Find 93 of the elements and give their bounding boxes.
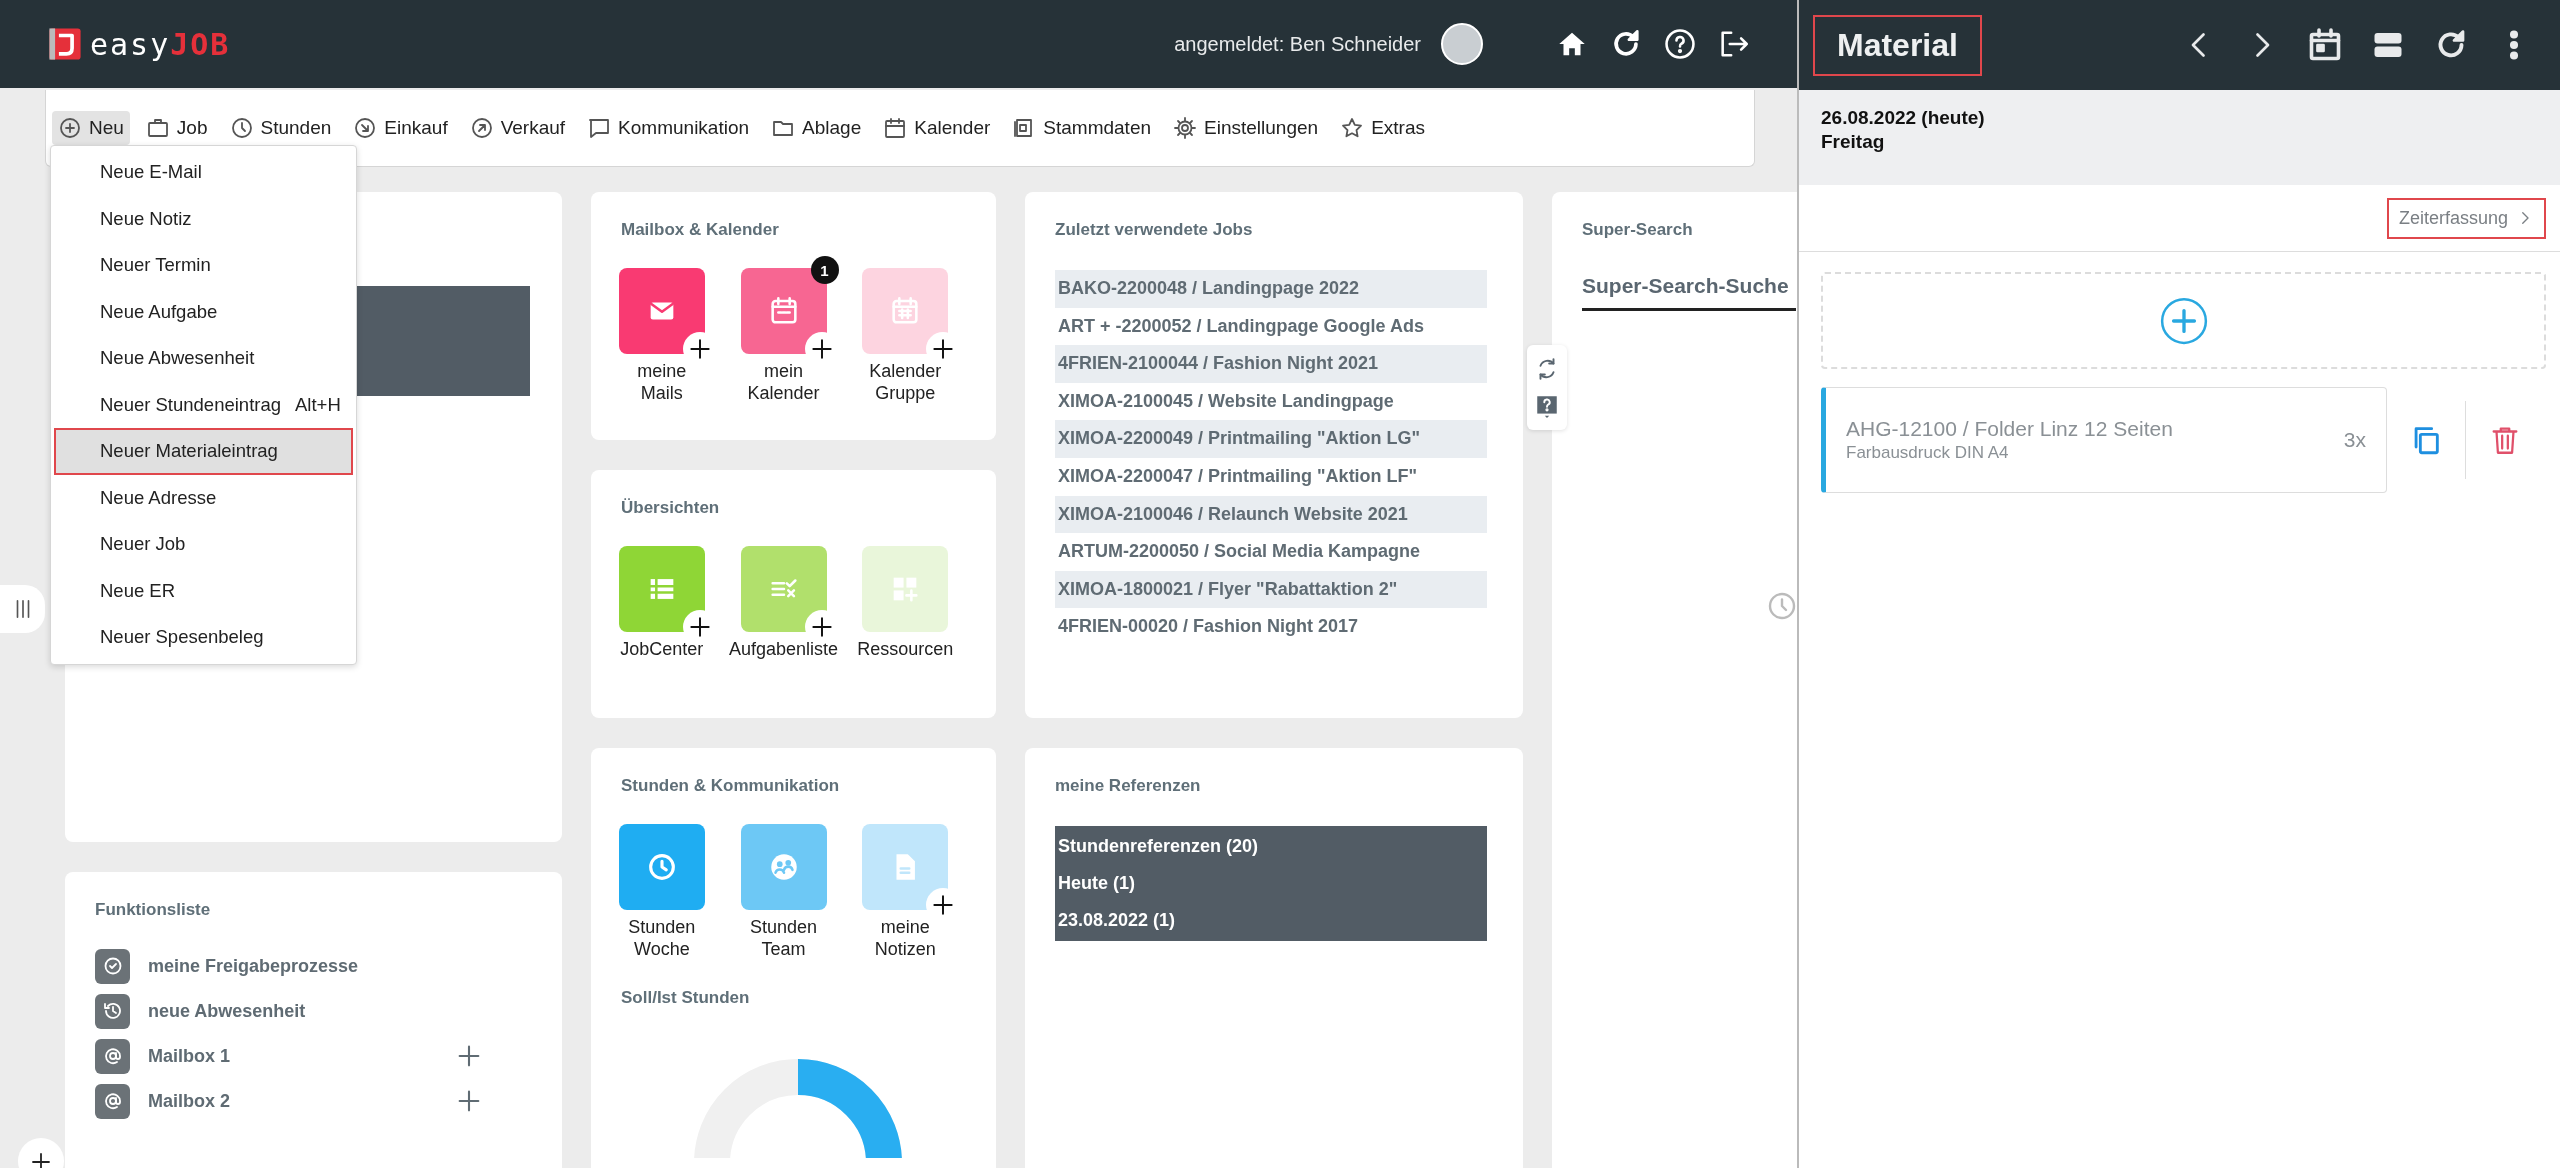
card-title: meine Referenzen	[1055, 776, 1202, 796]
app-tile[interactable]	[618, 546, 705, 632]
menu-item[interactable]: Neue E-Mail	[54, 149, 353, 196]
menu-item[interactable]: Neue ER	[54, 567, 353, 614]
add-circle-icon[interactable]	[2158, 295, 2209, 346]
tile-label: Stunden Team	[749, 916, 818, 960]
toolbar-menu-item[interactable]: Ablage	[765, 111, 868, 145]
app-tile[interactable]	[862, 824, 949, 910]
count-badge: 1	[810, 256, 839, 284]
app-tile[interactable]	[740, 824, 827, 910]
job-link[interactable]: ART + -2200052 / Landingpage Google Ads	[1055, 307, 1487, 346]
job-link[interactable]: 4FRIEN-2100044 / Fashion Night 2021	[1055, 345, 1487, 383]
tile-label: meine Notizen	[874, 916, 936, 960]
app-tile[interactable]	[862, 546, 949, 632]
tile-label: Stunden Woche	[628, 916, 696, 960]
logo-text: easyJOB	[90, 26, 231, 62]
plus-icon	[29, 1150, 53, 1168]
section-title: Soll/Ist Stunden	[621, 988, 751, 1008]
entry-subtitle: Farbausdruck DIN A4	[1846, 443, 2010, 463]
arrow-in-circle-icon	[353, 116, 378, 140]
toolbar-menu-item[interactable]: Stammdaten	[1006, 111, 1158, 145]
menu-item[interactable]: Neue Adresse	[54, 474, 353, 521]
card-title: Übersichten	[621, 498, 721, 518]
app-tile[interactable]	[618, 824, 705, 910]
menu-item[interactable]: Neue Abwesenheit	[54, 335, 353, 382]
function-link[interactable]: neue Abwesenheit	[148, 1000, 455, 1022]
reference-item[interactable]: Heute (1)	[1055, 865, 1487, 902]
avatar[interactable]	[1441, 23, 1483, 65]
clock-icon	[229, 116, 254, 140]
user-label: angemeldet: Ben Schneider	[1174, 32, 1421, 56]
app-tile[interactable]	[618, 268, 705, 354]
logo-mark-icon	[48, 27, 82, 61]
card-title: Stunden & Kommunikation	[621, 776, 841, 796]
toolbar-menu-item[interactable]: Job	[139, 111, 214, 145]
app-tile[interactable]	[740, 268, 827, 354]
weekday-label: Freitag	[1821, 130, 1886, 154]
panel-title: Material	[1813, 14, 1982, 76]
help-icon[interactable]	[1663, 27, 1697, 61]
toolbar-menu-item[interactable]: Stunden	[223, 111, 338, 145]
tile-label: Aufgabenliste	[728, 638, 839, 660]
menu-item[interactable]: Neue Notiz	[54, 195, 353, 242]
toolbar-menu-item[interactable]: Kalender	[877, 111, 997, 145]
speech-bubble-icon	[587, 116, 612, 140]
time-tracking-link[interactable]: Zeiterfassung	[2386, 197, 2546, 239]
menu-item[interactable]: Neuer Job	[54, 521, 353, 568]
briefcase-icon	[145, 116, 170, 140]
toolbar-menu-item[interactable]: Einstellungen	[1167, 111, 1325, 145]
toolbar-menu-item[interactable]: Verkauf	[463, 111, 572, 145]
entry-title: AHG-12100 / Folder Linz 12 Seiten	[1846, 417, 2174, 441]
menu-item[interactable]: Neue Aufgabe	[54, 288, 353, 335]
tile-label: JobCenter	[620, 638, 704, 660]
calendar-icon[interactable]	[2307, 27, 2343, 63]
date-label: 26.08.2022 (heute)	[1821, 106, 1986, 130]
toolbar-menu-item[interactable]: Kommunikation	[581, 111, 756, 145]
help-icon[interactable]	[1534, 393, 1560, 419]
job-link[interactable]: XIMOA-2200049 / Printmailing "Aktion LG"	[1055, 420, 1487, 458]
tile-label: meine Mails	[637, 360, 687, 404]
menu-item[interactable]: Neuer Materialeintrag	[54, 428, 353, 475]
card-title: Super-Search	[1582, 220, 1694, 240]
card-title: Mailbox & Kalender	[621, 220, 780, 240]
search-field[interactable]: Super-Search-Suche	[1582, 268, 1796, 311]
quantity-label: 3x	[2343, 428, 2366, 452]
star-icon	[1340, 116, 1365, 140]
function-link[interactable]: meine Freigabeprozesse	[148, 955, 455, 977]
job-link[interactable]: XIMOA-1800021 / Flyer "Rabattaktion 2"	[1055, 570, 1487, 609]
arrow-out-circle-icon	[469, 116, 494, 140]
toolbar-menu-item[interactable]: Einkauf	[347, 111, 454, 145]
plus-circle-icon	[58, 116, 82, 140]
shortcut-hint: Alt+H	[295, 393, 341, 416]
job-link[interactable]: XIMOA-2200047 / Printmailing "Aktion LF"	[1055, 457, 1487, 496]
app-tile[interactable]	[862, 268, 949, 354]
calendar-icon	[883, 116, 908, 140]
menu-item[interactable]: Neuer Spesenbeleg	[54, 614, 353, 661]
app-tile[interactable]	[740, 546, 827, 632]
toolbar-menu-item[interactable]: Extras	[1334, 111, 1431, 145]
toolbar-menu-item[interactable]: Neu	[52, 111, 130, 145]
job-link[interactable]: XIMOA-2100046 / Relaunch Website 2021	[1055, 495, 1487, 534]
function-link[interactable]: Mailbox 2	[148, 1090, 455, 1112]
card-title: Zuletzt verwendete Jobs	[1055, 220, 1254, 240]
job-link[interactable]: BAKO-2200048 / Landingpage 2022	[1055, 270, 1487, 308]
reference-item[interactable]: Stundenreferenzen (20)	[1055, 828, 1487, 865]
job-link[interactable]: ARTUM-2200050 / Social Media Kampagne	[1055, 533, 1487, 571]
tile-label: mein Kalender	[747, 360, 820, 404]
tile-label: Ressourcen	[857, 638, 954, 660]
menu-item[interactable]: Neuer Stundeneintrag Alt+H	[54, 381, 353, 428]
reference-item[interactable]: 23.08.2022 (1)	[1055, 902, 1487, 939]
job-link[interactable]: XIMOA-2100045 / Website Landingpage	[1055, 382, 1487, 421]
function-link[interactable]: Mailbox 1	[148, 1045, 455, 1067]
job-link[interactable]: 4FRIEN-00020 / Fashion Night 2017	[1055, 608, 1487, 646]
card-title: Funktionsliste	[95, 900, 212, 920]
menu-item[interactable]: Neuer Termin	[54, 242, 353, 289]
tile-label: Kalender Gruppe	[869, 360, 942, 404]
gear-icon	[1173, 116, 1198, 140]
